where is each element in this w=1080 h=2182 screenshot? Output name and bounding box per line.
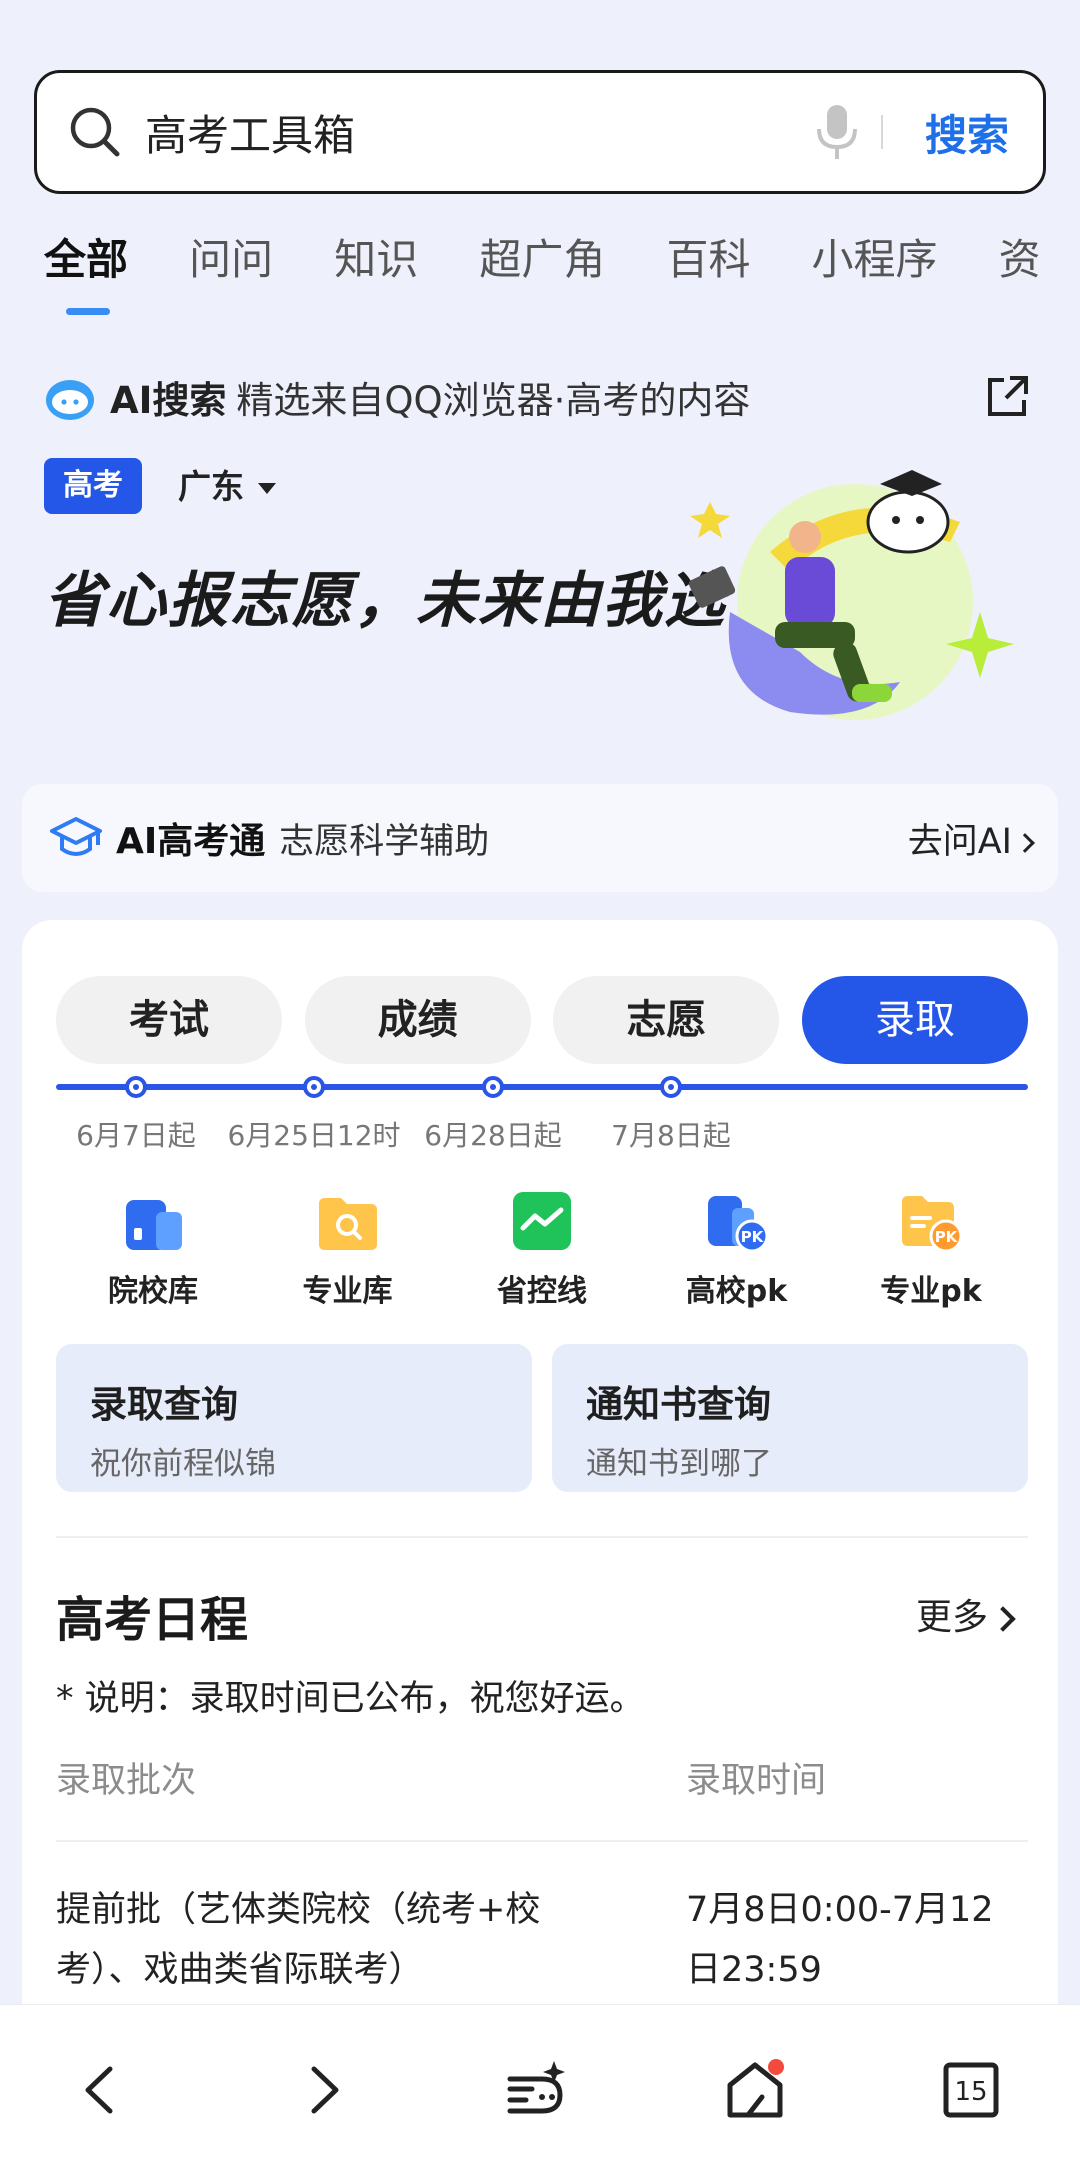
- tab-mini-program[interactable]: 小程序: [812, 232, 938, 322]
- ai-gaokao-strip[interactable]: AI高考通 志愿科学辅助 去问AI: [22, 784, 1058, 892]
- stage-exam[interactable]: 考试: [56, 976, 282, 1064]
- folder-search-icon: [317, 1190, 379, 1252]
- tabs-count-icon[interactable]: 15: [938, 2057, 1004, 2123]
- dropdown-arrow-icon: [258, 483, 276, 494]
- query-card-title: 通知书查询: [586, 1383, 771, 1426]
- bottom-navigation: 15: [0, 2004, 1080, 2182]
- search-input[interactable]: [145, 107, 815, 157]
- tab-all[interactable]: 全部: [44, 232, 128, 322]
- stage-admission[interactable]: 录取: [801, 976, 1028, 1064]
- region-label: 广东: [178, 467, 244, 506]
- ask-ai-link[interactable]: 去问AI: [907, 813, 1035, 864]
- building-icon: [122, 1190, 184, 1252]
- ask-ai-label: 去问AI: [907, 821, 1012, 862]
- timeline-dot: [660, 1076, 682, 1098]
- tool-label: 高校pk: [685, 1274, 788, 1309]
- tool-label: 专业pk: [880, 1274, 982, 1309]
- tool-college-pk[interactable]: PK 高校pk: [652, 1190, 822, 1320]
- chevron-right-icon: [1015, 832, 1035, 853]
- ai-source-text: 精选来自QQ浏览器·高考的内容: [236, 379, 751, 422]
- open-external-icon[interactable]: [984, 374, 1030, 420]
- stage-date: 7月8日起: [611, 1119, 731, 1152]
- hero-slogan: 省心报志愿，未来由我选: [44, 566, 726, 636]
- result-tabs: 全部 问问 知识 超广角 百科 小程序 资: [44, 232, 1080, 322]
- search-button[interactable]: 搜索: [925, 102, 1009, 163]
- svg-text:PK: PK: [935, 1228, 959, 1246]
- tool-college-db[interactable]: 院校库: [68, 1190, 238, 1320]
- tool-label: 省控线: [497, 1274, 587, 1309]
- query-card-subtitle: 祝你前程似锦: [90, 1446, 276, 1482]
- stage-selector: 考试 成绩 志愿 录取: [56, 976, 1028, 1066]
- table-cell-batch: 提前批（艺体类院校（统考+校考）、戏曲类省际联考）: [56, 1890, 541, 1990]
- svg-text:PK: PK: [740, 1228, 764, 1246]
- timeline-dot: [125, 1076, 147, 1098]
- more-label: 更多: [916, 1597, 989, 1638]
- page: 搜索 全部 问问 知识 超广角 百科 小程序 资 AI搜索 精选来自QQ浏览器·…: [0, 0, 1080, 2182]
- search-icon: [67, 104, 123, 160]
- schedule-note: * 说明：录取时间已公布，祝您好运。: [56, 1679, 645, 1719]
- ai-search-label: AI搜索: [110, 379, 227, 422]
- ai-strip-title: AI高考通: [116, 821, 266, 862]
- trend-chart-icon: [511, 1190, 573, 1252]
- schedule-more-link[interactable]: 更多: [916, 1588, 1016, 1640]
- timeline-dot: [482, 1076, 504, 1098]
- notice-query-card[interactable]: 通知书查询 通知书到哪了: [552, 1344, 1028, 1492]
- tool-grid: 院校库 专业库 省控线 PK 高校pk PK 专业pk: [56, 1190, 1028, 1320]
- schedule-title: 高考日程: [56, 1592, 249, 1648]
- ai-cloud-icon: [44, 372, 96, 422]
- tab-wenwen[interactable]: 问问: [189, 232, 273, 322]
- table-cell-time: 7月8日0:00-7月12日23:59: [686, 1890, 994, 1990]
- back-icon[interactable]: [68, 2057, 134, 2123]
- tool-label: 专业库: [302, 1274, 393, 1309]
- query-card-title: 录取查询: [90, 1383, 238, 1426]
- stage-score[interactable]: 成绩: [304, 976, 531, 1064]
- tool-label: 院校库: [108, 1274, 198, 1309]
- admission-query-card[interactable]: 录取查询 祝你前程似锦: [56, 1344, 532, 1492]
- query-cards: 录取查询 祝你前程似锦 通知书查询 通知书到哪了: [56, 1344, 1028, 1492]
- folder-pk-icon: PK: [900, 1190, 963, 1253]
- search-bar[interactable]: 搜索: [34, 70, 1046, 194]
- graduation-cap-icon: [48, 813, 104, 863]
- region-selector[interactable]: 广东: [178, 460, 276, 508]
- query-card-subtitle: 通知书到哪了: [586, 1446, 772, 1482]
- column-header-batch: 录取批次: [56, 1761, 197, 1801]
- stage-timeline: [56, 1076, 1028, 1098]
- tool-major-pk[interactable]: PK 专业pk: [846, 1190, 1016, 1320]
- timeline-dot: [303, 1076, 325, 1098]
- gaokao-tool-card: 考试 成绩 志愿 录取 6月7日起 6月25日12时 6月28日起 7月8日起 …: [22, 920, 1058, 2182]
- ai-assistant-icon[interactable]: [502, 2057, 568, 2123]
- tab-info[interactable]: 资: [999, 232, 1041, 322]
- gaokao-badge: 高考: [44, 458, 142, 514]
- tab-baike[interactable]: 百科: [666, 232, 750, 322]
- tool-major-db[interactable]: 专业库: [263, 1190, 433, 1320]
- tab-knowledge[interactable]: 知识: [334, 232, 418, 322]
- microphone-icon[interactable]: [815, 103, 859, 161]
- chevron-right-icon: [990, 1606, 1016, 1632]
- tabs-count-label: 15: [954, 2077, 987, 2107]
- tab-wide-angle[interactable]: 超广角: [479, 232, 605, 322]
- table-divider: [56, 1840, 1028, 1842]
- building-pk-icon: PK: [706, 1190, 768, 1253]
- tool-control-line[interactable]: 省控线: [457, 1190, 627, 1320]
- section-divider: [56, 1536, 1028, 1538]
- stage-application[interactable]: 志愿: [553, 976, 780, 1064]
- home-icon[interactable]: [722, 2057, 788, 2123]
- hero-illustration: [680, 462, 1030, 732]
- stage-dates: 6月7日起 6月25日12时 6月28日起 7月8日起: [56, 1114, 1028, 1158]
- search-separator: [880, 115, 883, 149]
- ai-strip-subtitle: 志愿科学辅助: [279, 821, 490, 862]
- ai-source-line: AI搜索 精选来自QQ浏览器·高考的内容: [44, 370, 750, 424]
- forward-icon[interactable]: [290, 2057, 356, 2123]
- column-header-time: 录取时间: [686, 1761, 827, 1801]
